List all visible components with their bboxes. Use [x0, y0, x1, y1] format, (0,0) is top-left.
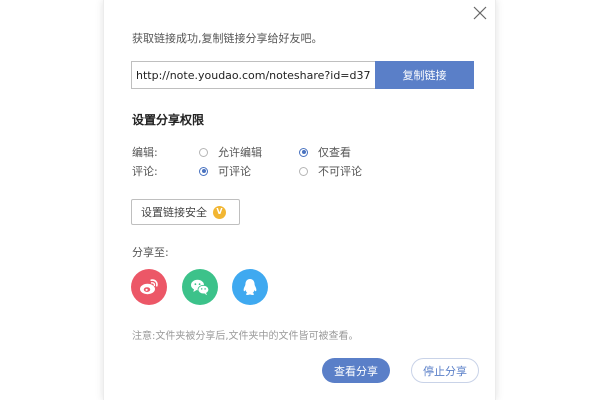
share-to-label: 分享至: — [132, 246, 169, 259]
vip-badge-icon: V — [213, 205, 226, 219]
permissions-title: 设置分享权限 — [132, 113, 205, 127]
share-qq-button[interactable] — [232, 269, 268, 305]
share-note: 注意:文件夹被分享后,文件夹中的文件皆可被查看。 — [132, 331, 359, 342]
radio-label-allow-edit: 允许编辑 — [218, 146, 262, 159]
edit-label: 编辑: — [132, 146, 158, 159]
radio-can-comment[interactable]: 可评论 — [199, 163, 251, 179]
weibo-icon — [140, 279, 158, 295]
radio-label-no-comment: 不可评论 — [318, 165, 362, 178]
close-icon[interactable] — [473, 6, 487, 20]
radio-no-comment[interactable]: 不可评论 — [299, 163, 362, 179]
link-security-label: 设置链接安全 — [141, 206, 207, 219]
view-share-button[interactable]: 查看分享 — [322, 358, 390, 383]
radio-dot-view-only — [299, 147, 308, 157]
intro-text: 获取链接成功,复制链接分享给好友吧。 — [132, 32, 323, 45]
radio-dot-no-comment — [299, 166, 308, 176]
radio-label-view-only: 仅查看 — [318, 146, 351, 159]
share-link-row: 复制链接 — [131, 61, 474, 89]
copy-link-button[interactable]: 复制链接 — [375, 61, 474, 89]
qq-icon — [243, 279, 257, 295]
radio-label-can-comment: 可评论 — [218, 165, 251, 178]
radio-view-only[interactable]: 仅查看 — [299, 144, 351, 160]
wechat-icon — [191, 279, 210, 296]
radio-dot-can-comment — [199, 166, 208, 176]
radio-dot-allow-edit — [199, 147, 208, 157]
share-weibo-button[interactable] — [131, 269, 167, 305]
stop-share-button[interactable]: 停止分享 — [411, 358, 479, 383]
comment-label: 评论: — [132, 165, 158, 178]
link-security-button[interactable]: 设置链接安全 V — [131, 199, 240, 225]
share-wechat-button[interactable] — [182, 269, 218, 305]
share-link-input[interactable] — [131, 61, 375, 89]
radio-allow-edit[interactable]: 允许编辑 — [199, 144, 262, 160]
